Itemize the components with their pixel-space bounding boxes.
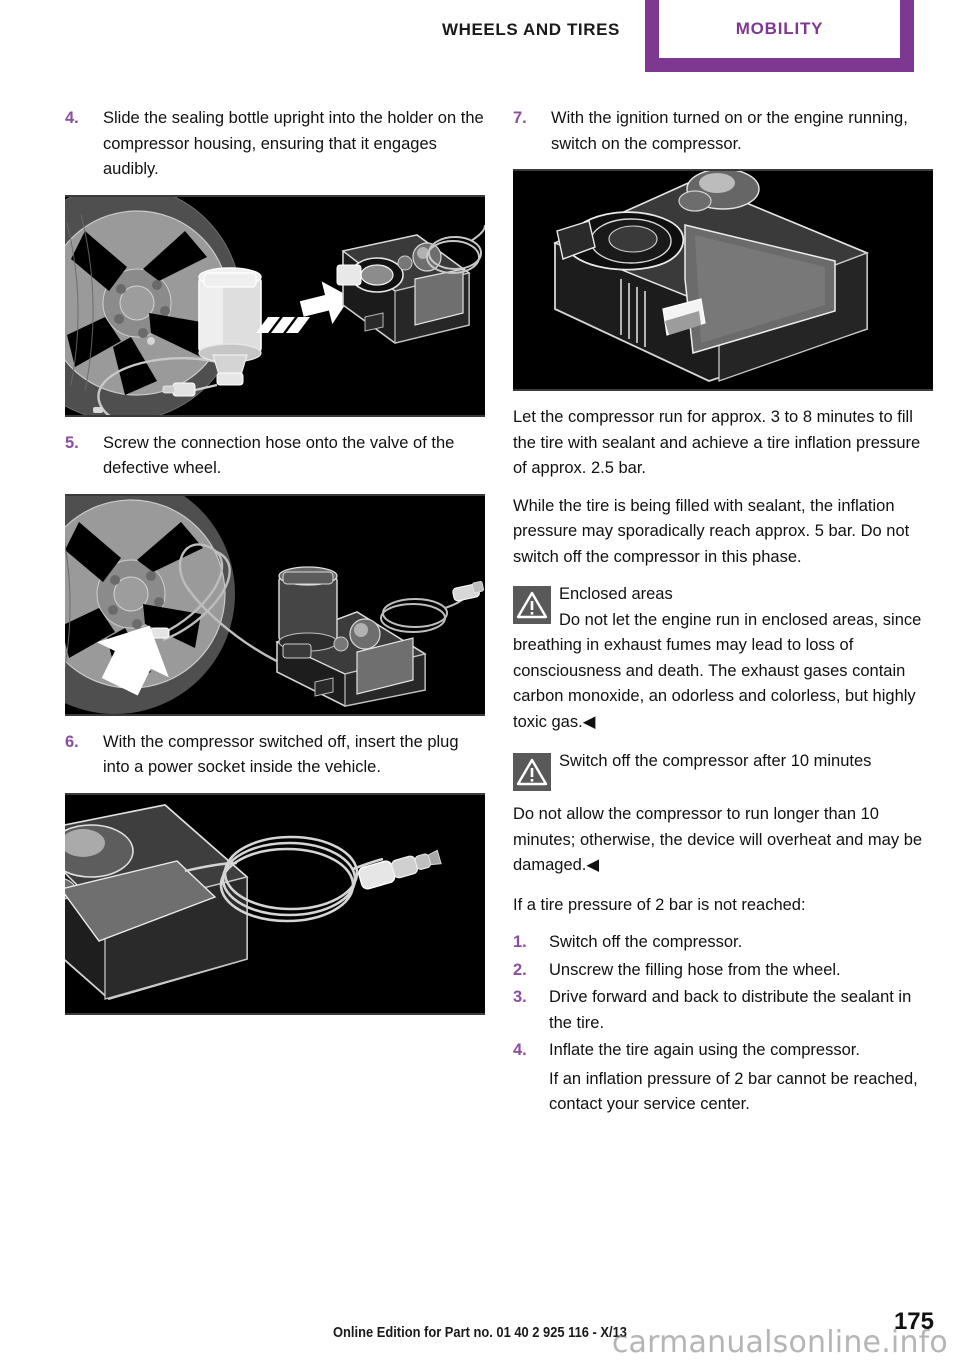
list-item-number: 1. <box>513 933 527 951</box>
chapter-tab-inner: MOBILITY <box>659 0 900 58</box>
step-text: With the ignition turned on or the engin… <box>551 109 908 153</box>
illustration-switch-on-compressor-svg <box>513 169 933 391</box>
numbered-list: 1. Switch off the compressor. 2. Unscrew… <box>513 930 933 1118</box>
step-text: With the compressor switched off, insert… <box>103 732 459 777</box>
figure-edge-top <box>513 169 933 171</box>
warning-triangle-icon <box>513 586 551 624</box>
left-column: 4. Slide the sealing bottle upright into… <box>65 106 485 1029</box>
list-item: 1. Switch off the compressor. <box>513 930 933 956</box>
step-item: 5. Screw the connection hose onto the va… <box>65 431 485 482</box>
warning-block-switch-off-after-10-minutes: Switch off the compressor after 10 minut… <box>513 749 933 879</box>
figure-switch-on-compressor <box>513 169 933 391</box>
illustration-compressor-power-plug-svg <box>65 792 485 1015</box>
figure-edge-bottom <box>65 1012 485 1015</box>
list-item-number: 4. <box>513 1041 527 1059</box>
list-item-number: 2. <box>513 960 527 979</box>
figure-edge-top <box>65 792 485 795</box>
step-item: 7. With the ignition turned on or the en… <box>513 106 933 157</box>
step-number: 4. <box>65 109 79 127</box>
figure-bottle-into-compressor <box>65 194 485 417</box>
paragraph-inflation-pressure: While the tire is being filled with seal… <box>513 496 910 566</box>
step-item: 6. With the compressor switched off, ins… <box>65 730 485 781</box>
warning-block-enclosed-areas: Enclosed areas Do not let the engine run… <box>513 582 933 735</box>
warning-body: Do not let the engine run in enclosed ar… <box>513 610 922 731</box>
warning-triangle-icon <box>513 753 551 791</box>
chapter-tab-mobility[interactable]: MOBILITY <box>645 0 914 72</box>
step-number: 6. <box>65 732 79 751</box>
step-item: 4. Slide the sealing bottle upright into… <box>65 106 485 183</box>
illustration-bottle-into-compressor-svg <box>65 194 485 417</box>
section-title: WHEELS AND TIRES <box>441 20 620 39</box>
list-item: 2. Unscrew the filling hose from the whe… <box>513 958 933 984</box>
step-number: 7. <box>513 109 527 127</box>
list-item: 4. Inflate the tire again using the comp… <box>513 1038 933 1118</box>
step-text: Screw the connection hose onto the valve… <box>103 433 455 478</box>
warning-title: Switch off the compressor after 10 minut… <box>559 752 872 770</box>
page-header: WHEELS AND TIRES MOBILITY <box>0 0 960 76</box>
figure-edge-bottom <box>65 414 485 417</box>
warning-title: Enclosed areas <box>559 585 673 603</box>
list-item-text: Inflate the tire again using the compres… <box>549 1038 933 1118</box>
figure-edge-top <box>65 493 485 496</box>
chapter-tab-label: MOBILITY <box>735 19 824 38</box>
warning-text: Switch off the compressor after 10 minut… <box>513 749 933 775</box>
list-item-number: 3. <box>513 988 527 1006</box>
figure-edge-bottom <box>513 389 933 391</box>
paragraph-condition-intro: If a tire pressure of 2 bar is not reach… <box>513 895 806 914</box>
figure-hose-onto-valve <box>65 493 485 716</box>
paragraph-compressor-runtime: Let the compressor run for approx. 3 to … <box>513 408 921 477</box>
list-item-text: Drive forward and back to distribute the… <box>549 988 912 1032</box>
list-item-text: Switch off the compressor. <box>549 933 743 951</box>
list-item: 3. Drive forward and back to distribute … <box>513 985 933 1036</box>
step-number: 5. <box>65 433 79 452</box>
figure-edge-top <box>65 194 485 197</box>
list-item-subtext: If an inflation pressure of 2 bar cannot… <box>549 1069 918 1114</box>
list-item-text: Unscrew the filling hose from the wheel. <box>549 960 841 979</box>
list-item-main: Inflate the tire again using the compres… <box>549 1041 860 1059</box>
manual-page: WHEELS AND TIRES MOBILITY 4. Slide the s… <box>0 0 960 1362</box>
warning-body: Do not allow the compressor to run longe… <box>513 805 923 874</box>
illustration-hose-onto-valve-svg <box>65 493 485 716</box>
figure-compressor-power-plug <box>65 792 485 1015</box>
figure-edge-bottom <box>65 713 485 716</box>
step-text: Slide the sealing bottle upright into th… <box>103 109 484 178</box>
right-column: 7. With the ignition turned on or the en… <box>513 106 933 1120</box>
warning-text: Enclosed areas Do not let the engine run… <box>513 582 933 735</box>
watermark: carmanualsonline.info <box>611 1325 948 1360</box>
